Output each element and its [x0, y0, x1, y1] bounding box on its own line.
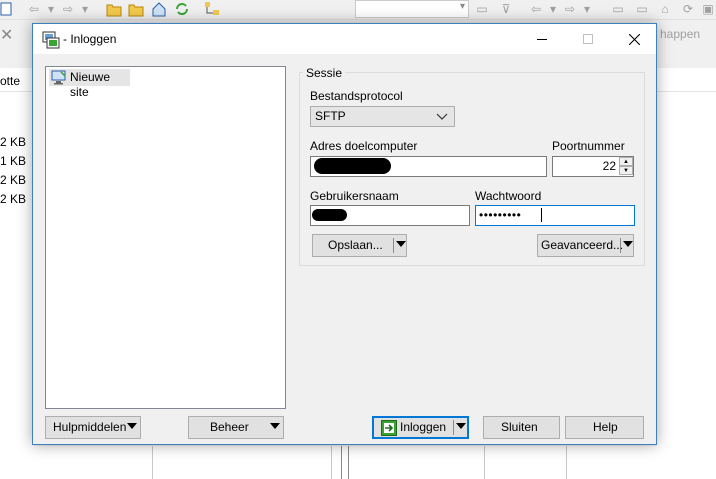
- forward-arrow-icon[interactable]: ⇨: [60, 1, 76, 17]
- login-button[interactable]: Inloggen: [372, 416, 469, 439]
- site-tree[interactable]: Nieuwe site: [45, 66, 286, 409]
- manage-button-label: Beheer: [210, 420, 249, 434]
- home-icon[interactable]: [151, 1, 167, 17]
- column-header: otte: [0, 74, 21, 88]
- dropdown-arrow-icon[interactable]: [396, 241, 406, 247]
- forward-arrow-icon[interactable]: ⇨: [562, 1, 578, 17]
- chevron-down-icon: ▾: [459, 1, 465, 12]
- dropdown-arrow-icon: [270, 423, 280, 429]
- password-value: •••••••••: [479, 208, 522, 222]
- remote-pane-header[interactable]: [656, 68, 716, 92]
- protocol-label: Bestandsprotocol: [310, 89, 403, 103]
- dropdown-arrow-icon[interactable]: [623, 241, 633, 247]
- close-icon: [628, 33, 640, 45]
- back-arrow-icon[interactable]: ⇦: [528, 1, 544, 17]
- dropdown-small-icon[interactable]: ▾: [46, 1, 56, 17]
- path-combo[interactable]: ▾: [355, 0, 469, 18]
- port-value: 22: [602, 159, 616, 173]
- back-arrow-icon[interactable]: ⇦: [26, 1, 42, 17]
- password-label: Wachtwoord: [475, 189, 542, 203]
- tools-button-label: Hulpmiddelen: [53, 420, 127, 434]
- dropdown-small-icon[interactable]: ▾: [548, 1, 558, 17]
- redaction-mark: [312, 209, 347, 221]
- host-field[interactable]: [310, 156, 547, 177]
- file-size: 2 KB: [0, 173, 27, 187]
- advanced-button-label: Geavanceerd...: [541, 238, 624, 252]
- root-folder-icon[interactable]: ▭: [634, 1, 650, 17]
- filter-icon[interactable]: ⊽: [498, 1, 514, 17]
- minimize-button[interactable]: [519, 24, 565, 54]
- refresh-icon[interactable]: [174, 1, 190, 17]
- divider: [566, 446, 567, 479]
- close-dialog-button-label: Sluiten: [501, 420, 538, 434]
- text-caret: [541, 208, 542, 222]
- dialog-titlebar[interactable]: - Inloggen: [33, 24, 656, 54]
- divider: [331, 446, 332, 479]
- save-button[interactable]: Opslaan...: [312, 234, 407, 257]
- close-dialog-button[interactable]: Sluiten: [483, 416, 560, 439]
- dropdown-arrow-icon[interactable]: [456, 423, 466, 429]
- maximize-button: [565, 24, 611, 54]
- tree-icon[interactable]: ▣: [700, 1, 716, 17]
- local-pane-header[interactable]: otte: [0, 68, 34, 92]
- refresh-icon[interactable]: ⟳: [680, 1, 696, 17]
- dropdown-small-icon[interactable]: ▾: [80, 1, 90, 17]
- login-icon: [381, 420, 397, 436]
- delete-icon[interactable]: ✕: [0, 25, 13, 45]
- redaction-mark: [314, 158, 391, 174]
- port-stepper[interactable]: 22 ▲ ▼: [552, 156, 634, 177]
- session-legend: Sessie: [303, 66, 346, 80]
- minimize-icon: [537, 39, 547, 40]
- port-label: Poortnummer: [552, 139, 625, 153]
- remote-file-pane[interactable]: [656, 68, 716, 479]
- dropdown-small-icon[interactable]: ▾: [582, 1, 592, 17]
- split-separator: [393, 238, 394, 253]
- divider: [484, 446, 485, 479]
- tools-button[interactable]: Hulpmiddelen: [45, 416, 141, 439]
- tree-icon[interactable]: [204, 1, 220, 17]
- maximize-icon: [583, 34, 593, 44]
- help-button[interactable]: Help: [565, 416, 644, 439]
- background-toolbar-label: happen: [660, 27, 701, 41]
- manage-button[interactable]: Beheer: [188, 416, 284, 439]
- background-status-area: [0, 446, 716, 479]
- help-button-label: Help: [593, 420, 618, 434]
- file-size: 1 KB: [0, 154, 27, 168]
- pane-splitter[interactable]: [341, 446, 342, 479]
- password-field[interactable]: •••••••••: [475, 205, 635, 226]
- close-button[interactable]: [611, 24, 657, 54]
- save-button-label: Opslaan...: [328, 238, 383, 252]
- background-toolbar: ⇦ ▾ ⇨ ▾ ▾ ▭ ⊽ ⇦ ▾ ⇨ ▾ ▭ ▭ ⌂ ⟳ ▣: [0, 0, 716, 20]
- app-icon: [42, 31, 60, 49]
- site-tree-item-label: Nieuwe site: [70, 70, 111, 99]
- username-field[interactable]: [310, 205, 470, 226]
- site-tree-item[interactable]: Nieuwe site: [49, 69, 130, 99]
- split-separator: [620, 238, 621, 253]
- local-file-pane[interactable]: [0, 68, 34, 479]
- split-separator: [453, 420, 454, 435]
- pane-splitter[interactable]: [348, 446, 349, 479]
- login-button-label: Inloggen: [400, 420, 447, 434]
- root-folder-icon[interactable]: [128, 1, 144, 17]
- parent-folder-icon[interactable]: ▭: [610, 1, 626, 17]
- host-label: Adres doelcomputer: [310, 139, 418, 153]
- login-dialog: - Inloggen Nieuwe site Sessie Bestandspr…: [32, 23, 657, 445]
- spin-up-icon[interactable]: ▲: [619, 157, 633, 166]
- monitor-icon: [51, 70, 66, 85]
- dialog-title: - Inloggen: [63, 32, 117, 46]
- folder-gray-icon[interactable]: ▭: [474, 1, 490, 17]
- home-icon[interactable]: ⌂: [657, 1, 673, 17]
- file-size: 2 KB: [0, 192, 27, 206]
- dropdown-arrow-icon: [127, 423, 137, 429]
- advanced-button[interactable]: Geavanceerd...: [537, 234, 634, 257]
- file-size: 2 KB: [0, 135, 27, 149]
- panel-icon[interactable]: [0, 1, 16, 17]
- spin-down-icon[interactable]: ▼: [619, 166, 633, 175]
- protocol-select[interactable]: SFTP: [310, 106, 455, 127]
- username-label: Gebruikersnaam: [310, 189, 399, 203]
- divider: [152, 446, 153, 479]
- chevron-down-icon: [436, 113, 448, 120]
- protocol-value: SFTP: [315, 109, 346, 123]
- parent-folder-icon[interactable]: [106, 1, 122, 17]
